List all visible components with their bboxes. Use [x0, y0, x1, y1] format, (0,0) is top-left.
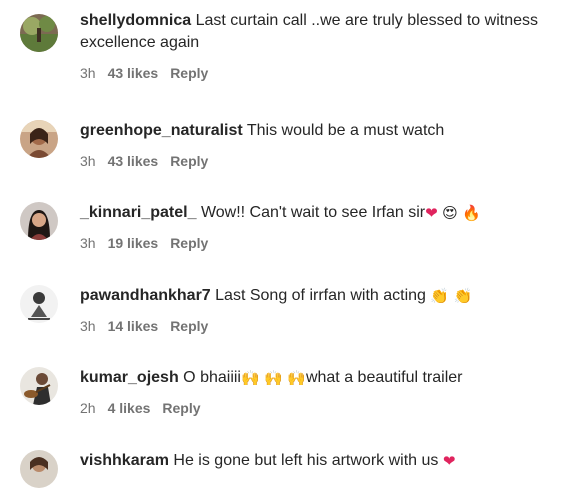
comment-time: 2h	[80, 400, 96, 416]
comment-body: _kinnari_patel_ Wow!! Can't wait to see …	[80, 202, 570, 252]
clapping-hands-emoji-icon: 👏	[453, 287, 473, 305]
comment-text: pawandhankhar7 Last Song of irrfan with …	[80, 285, 570, 307]
likes-count[interactable]: 43 likes	[108, 65, 159, 81]
comment-text: greenhope_naturalist This would be a mus…	[80, 120, 570, 142]
comment-username[interactable]: _kinnari_patel_	[80, 204, 197, 221]
avatar[interactable]	[20, 367, 58, 405]
heart-emoji-icon: ❤	[425, 204, 438, 222]
comment-meta: 3h 14 likes Reply	[80, 317, 570, 335]
likes-count[interactable]: 43 likes	[108, 153, 159, 169]
comment-text: vishhkaram He is gone but left his artwo…	[80, 450, 570, 472]
likes-count[interactable]: 14 likes	[108, 318, 159, 334]
comment-meta: 3h 43 likes Reply	[80, 152, 570, 170]
heart-eyes-emoji-icon: 😍	[442, 204, 458, 222]
heart-emoji-icon: ❤	[442, 452, 456, 470]
fire-emoji-icon: 🔥	[462, 204, 481, 222]
comment-message-end: what a beautiful trailer	[305, 369, 463, 386]
comment-text: _kinnari_patel_ Wow!! Can't wait to see …	[80, 202, 570, 224]
comment-text: shellydomnica Last curtain call ..we are…	[80, 10, 570, 54]
comment-meta: 2h 4 likes Reply	[80, 399, 570, 417]
avatar[interactable]	[20, 120, 58, 158]
comment-message: This would be a must watch	[246, 122, 445, 139]
comment-username[interactable]: greenhope_naturalist	[80, 122, 243, 139]
reply-button[interactable]: Reply	[170, 65, 208, 81]
reply-button[interactable]: Reply	[170, 318, 208, 334]
raising-hands-emoji-icon: 🙌	[287, 369, 306, 387]
comment-message: Last Song of irrfan with acting	[215, 287, 426, 304]
reply-button[interactable]: Reply	[170, 235, 208, 251]
comment-body: kumar_ojesh O bhaiiii🙌 🙌 🙌what a beautif…	[80, 367, 570, 417]
comment-username[interactable]: vishhkaram	[80, 452, 169, 469]
raising-hands-emoji-icon: 🙌	[264, 369, 283, 387]
comment-body: pawandhankhar7 Last Song of irrfan with …	[80, 285, 570, 335]
avatar[interactable]	[20, 14, 58, 52]
comment-body: greenhope_naturalist This would be a mus…	[80, 120, 570, 170]
comment-body: shellydomnica Last curtain call ..we are…	[80, 10, 570, 82]
comment-time: 3h	[80, 318, 96, 334]
comment-body: vishhkaram He is gone but left his artwo…	[80, 450, 570, 472]
comment-username[interactable]: shellydomnica	[80, 12, 191, 29]
comment-time: 3h	[80, 153, 96, 169]
comment-username[interactable]: kumar_ojesh	[80, 369, 179, 386]
reply-button[interactable]: Reply	[170, 153, 208, 169]
comment-meta: 3h 43 likes Reply	[80, 64, 570, 82]
comment-meta: 3h 19 likes Reply	[80, 234, 570, 252]
comment-time: 3h	[80, 65, 96, 81]
comment-message-start: O bhaiiii	[183, 369, 241, 386]
comment-username[interactable]: pawandhankhar7	[80, 287, 211, 304]
reply-button[interactable]: Reply	[162, 400, 200, 416]
avatar[interactable]	[20, 450, 58, 488]
comment-message: Wow!! Can't wait to see Irfan sir	[200, 204, 426, 221]
likes-count[interactable]: 19 likes	[108, 235, 159, 251]
likes-count[interactable]: 4 likes	[108, 400, 151, 416]
raising-hands-emoji-icon: 🙌	[240, 369, 260, 387]
comment-text: kumar_ojesh O bhaiiii🙌 🙌 🙌what a beautif…	[80, 367, 570, 389]
avatar[interactable]	[20, 202, 58, 240]
comment-message: He is gone but left his artwork with us	[173, 452, 439, 469]
comment-time: 3h	[80, 235, 96, 251]
clapping-hands-emoji-icon: 👏	[430, 287, 450, 305]
avatar[interactable]	[20, 285, 58, 323]
